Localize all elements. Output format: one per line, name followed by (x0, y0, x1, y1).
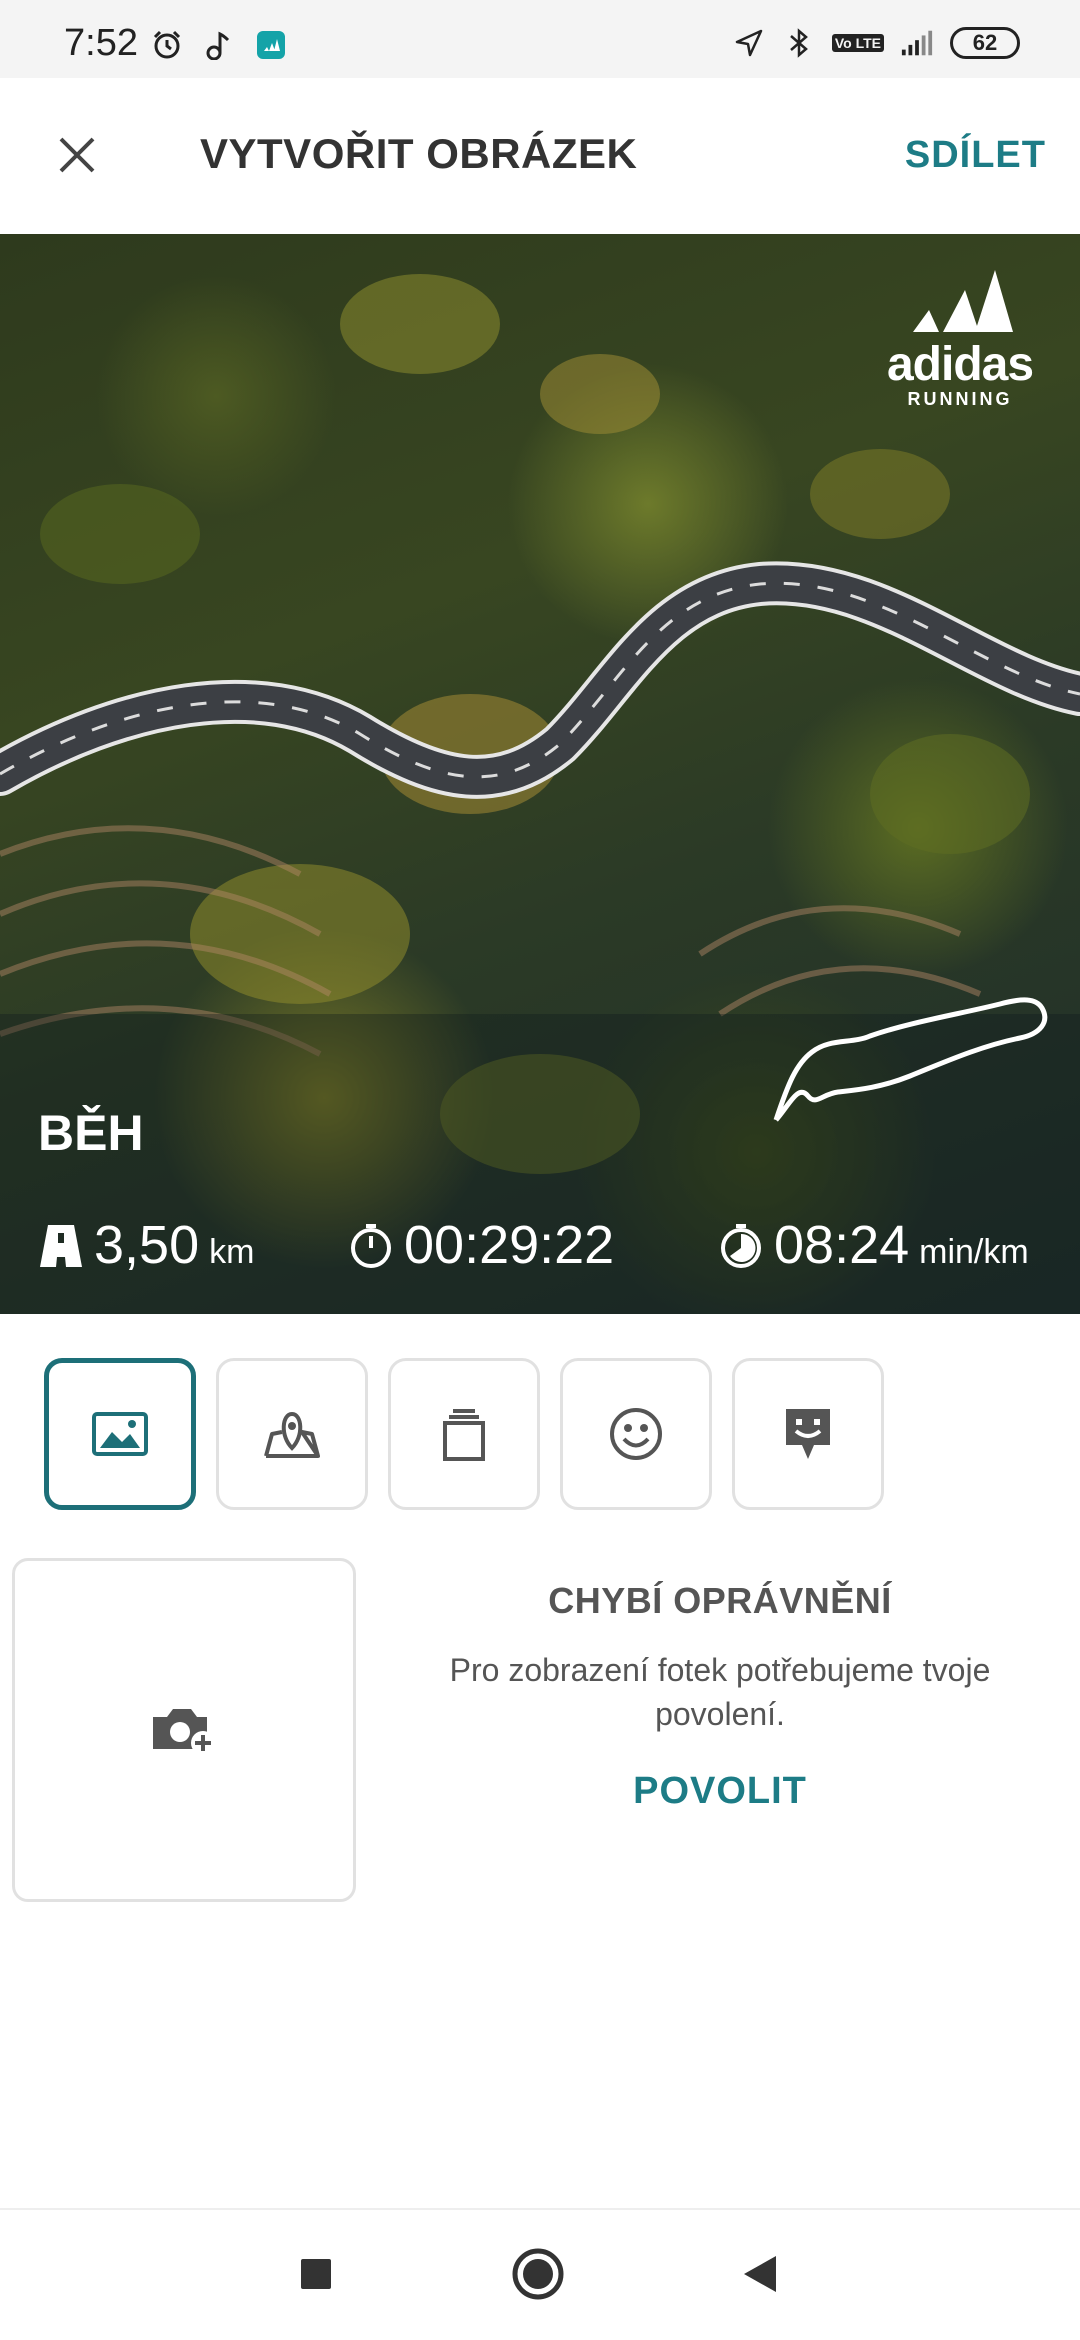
permission-text: Pro zobrazení fotek potřebujeme tvoje po… (449, 1652, 991, 1732)
stat-duration: 00:29:22 (348, 1214, 614, 1276)
music-note-icon (202, 28, 236, 62)
stats-row: 3,50 km 00:29:22 08:24 min/km (38, 1214, 1048, 1294)
tool-photo[interactable] (44, 1358, 196, 1510)
battery-icon: 62 (950, 27, 1020, 59)
tool-sticker[interactable] (732, 1358, 884, 1510)
adidas-stripes-icon (913, 270, 1013, 332)
system-nav-bar (0, 2210, 1080, 2340)
close-icon (59, 137, 95, 173)
signal-icon (900, 26, 934, 60)
road-icon (40, 1225, 82, 1267)
brand-word: adidas (886, 338, 1034, 391)
stat-pace-unit: min/km (919, 1233, 1029, 1271)
stat-distance-value: 3,50 (94, 1215, 200, 1275)
stat-duration-value: 00:29:22 (404, 1215, 615, 1275)
status-bar: 7:52 Vo LTE 62 (0, 0, 1080, 78)
permission-title: CHYBÍ OPRÁVNĚNÍ (548, 1580, 892, 1621)
image-icon (92, 1412, 148, 1456)
stat-distance: 3,50 km (38, 1214, 254, 1276)
adidas-running-logo: adidas RUNNING (880, 270, 1040, 410)
stat-distance-unit: km (209, 1233, 255, 1271)
location-arrow-icon (732, 26, 766, 60)
close-button[interactable] (46, 124, 108, 186)
top-app-bar: VYTVOŘIT OBRÁZEK SDÍLET (0, 78, 1080, 234)
share-button[interactable]: SDÍLET (905, 134, 1046, 177)
page-title: VYTVOŘIT OBRÁZEK (200, 130, 638, 177)
sticker-icon (786, 1409, 830, 1459)
recents-icon (301, 2259, 331, 2289)
activity-type: BĚH (38, 1105, 144, 1161)
pace-icon (721, 1224, 761, 1268)
smiley-icon (610, 1408, 662, 1460)
back-button[interactable] (732, 2246, 788, 2302)
adidas-app-icon (254, 28, 288, 62)
add-photo-button[interactable] (12, 1558, 356, 1902)
stopwatch-icon (351, 1224, 391, 1268)
back-icon (744, 2256, 776, 2292)
layers-icon (443, 1409, 485, 1461)
volte-icon: Vo LTE (831, 34, 884, 52)
tool-emoji[interactable] (560, 1358, 712, 1510)
permission-panel: CHYBÍ OPRÁVNĚNÍ Pro zobrazení fotek potř… (410, 1580, 1030, 1813)
add-camera-icon (153, 1709, 215, 1755)
tool-map[interactable] (216, 1358, 368, 1510)
allow-button[interactable]: POVOLIT (410, 1770, 1030, 1813)
home-button[interactable] (510, 2246, 566, 2302)
brand-subtitle: RUNNING (907, 389, 1013, 409)
tool-layers[interactable] (388, 1358, 540, 1510)
alarm-icon (150, 28, 184, 62)
home-icon (512, 2248, 564, 2300)
bluetooth-icon (782, 26, 816, 60)
stat-pace-value: 08:24 (774, 1215, 910, 1275)
recents-button[interactable] (288, 2246, 344, 2302)
status-time: 7:52 (64, 22, 138, 64)
share-image-preview: adidas RUNNING BĚH 3,50 km 00:29:22 08:2… (0, 234, 1080, 1314)
editor-tools (44, 1358, 884, 1510)
stat-pace: 08:24 min/km (718, 1214, 1029, 1276)
map-pin-icon (264, 1411, 320, 1458)
route-trace (773, 997, 1048, 1122)
